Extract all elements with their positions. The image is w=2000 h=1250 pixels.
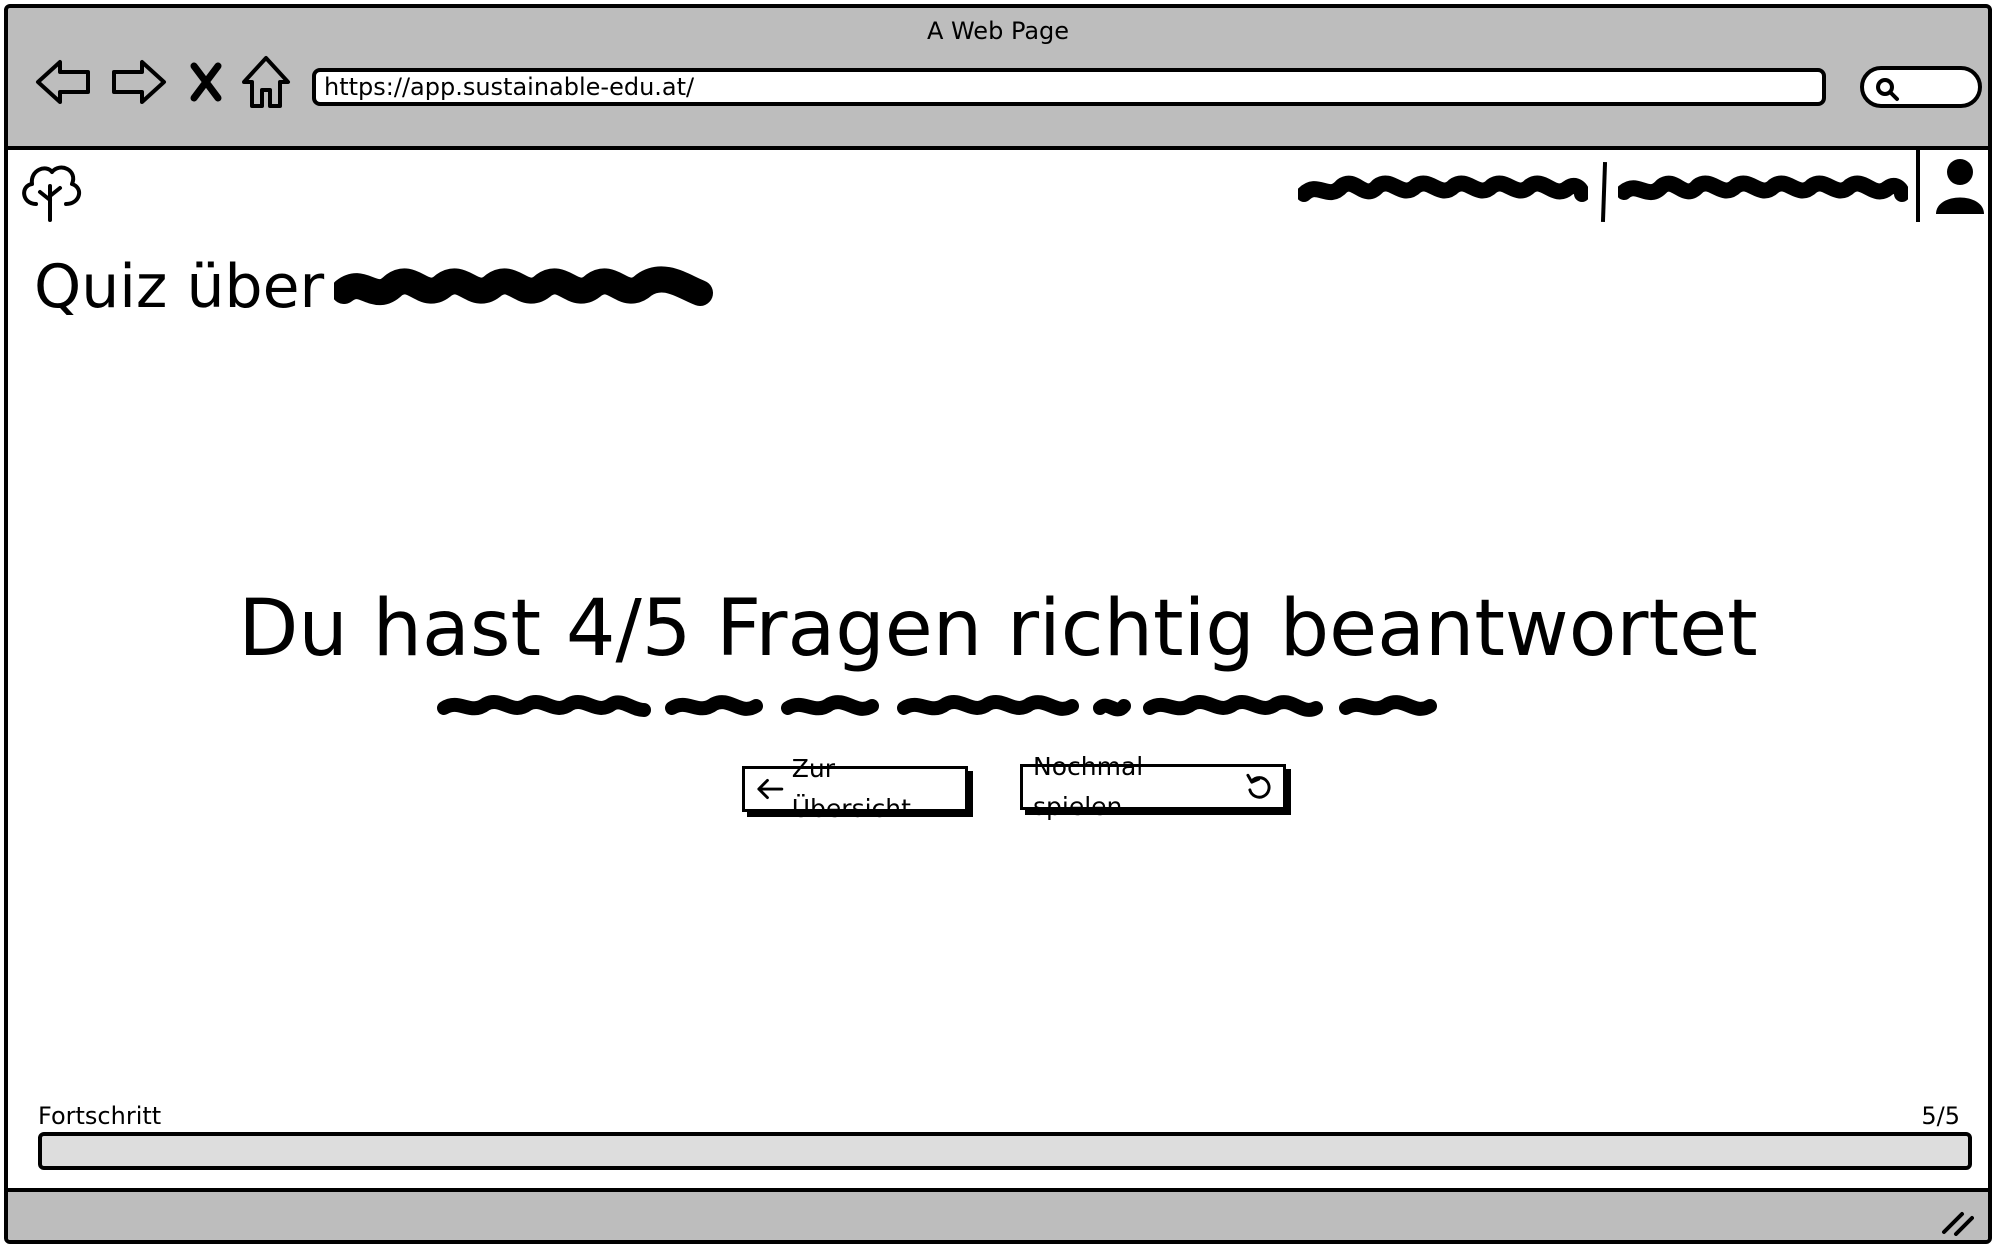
redacted-quiz-topic [334,266,714,306]
app-header [8,146,1988,226]
back-arrow-icon [36,60,90,104]
window-title: A Web Page [926,17,1070,45]
page-title: Quiz über [34,252,714,322]
user-menu-button[interactable] [1916,146,1988,226]
play-again-button[interactable]: Nochmal spielen [1020,752,1286,821]
progress-count: 5/5 [1921,1102,1960,1130]
browser-status-bar [8,1188,1988,1240]
resize-grip-icon[interactable] [1940,1202,1974,1236]
back-to-overview-button[interactable]: Zur Übersicht [742,754,968,823]
forward-button[interactable] [108,52,168,116]
forward-arrow-icon [112,60,166,104]
nav-link-redacted-2[interactable] [1618,168,1908,208]
back-to-overview-label: Zur Übersicht [791,754,911,823]
user-icon [1936,159,1984,214]
back-button[interactable] [34,52,94,116]
refresh-icon [1246,773,1271,799]
browser-search-field[interactable] [1860,66,1982,108]
redacted-result-subtitle [437,695,1437,717]
address-bar[interactable]: https://app.sustainable-edu.at/ [312,68,1826,106]
progress-bar [38,1132,1972,1170]
stop-button[interactable] [186,52,226,116]
home-button[interactable] [238,52,298,116]
nav-divider [1600,161,1608,223]
play-again-label: Nochmal spielen [1033,752,1144,821]
arrow-left-icon [757,778,784,800]
tree-icon [22,165,82,222]
progress-label: Fortschritt [38,1102,162,1130]
result-heading: Du hast 4/5 Fragen richtig beantwortet [238,584,1758,674]
main-content: Quiz über Du hast 4/5 Fragen richtig bea… [8,222,1988,1192]
home-icon [242,56,290,108]
browser-window: A Web Page https://app.sustainable-edu.a… [4,4,1992,1244]
stop-icon [190,62,222,102]
search-icon [1876,78,1899,101]
nav-link-redacted-1[interactable] [1298,168,1588,208]
page-title-prefix: Quiz über [34,252,325,322]
